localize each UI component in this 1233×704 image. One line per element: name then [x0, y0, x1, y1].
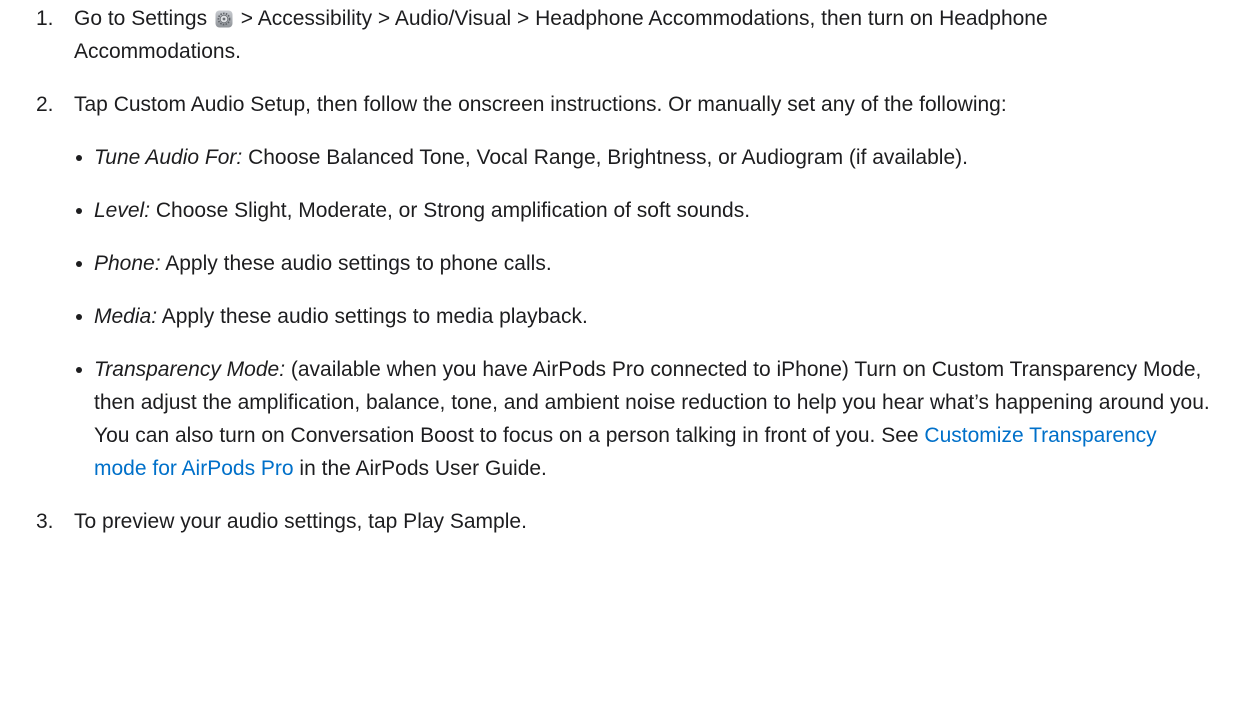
step-1: 1. Go to Settings > Accessibility > Audi… — [36, 2, 1213, 68]
option-text: Choose Slight, Moderate, or Strong ampli… — [150, 199, 751, 222]
bullet-icon — [76, 367, 82, 373]
option-media: Media: Apply these audio settings to med… — [74, 300, 1213, 333]
option-term: Media: — [94, 305, 158, 328]
step-number: 2. — [36, 93, 54, 116]
step-3: 3. To preview your audio settings, tap P… — [36, 505, 1213, 538]
option-phone: Phone: Apply these audio settings to pho… — [74, 247, 1213, 280]
steps-list: 1. Go to Settings > Accessibility > Audi… — [36, 2, 1213, 538]
option-level: Level: Choose Slight, Moderate, or Stron… — [74, 194, 1213, 227]
option-transparency-mode: Transparency Mode: (available when you h… — [74, 353, 1213, 485]
document-page: 1. Go to Settings > Accessibility > Audi… — [0, 0, 1233, 704]
bullet-icon — [76, 208, 82, 214]
step-number: 3. — [36, 510, 54, 533]
options-list: Tune Audio For: Choose Balanced Tone, Vo… — [74, 141, 1213, 485]
bullet-icon — [76, 261, 82, 267]
option-term: Level: — [94, 199, 151, 222]
bullet-icon — [76, 314, 82, 320]
option-text: Apply these audio settings to phone call… — [160, 252, 552, 275]
option-term: Transparency Mode: — [94, 358, 286, 381]
option-text: Choose Balanced Tone, Vocal Range, Brigh… — [242, 146, 968, 169]
option-text-after-link: in the AirPods User Guide. — [293, 457, 547, 480]
option-text: Apply these audio settings to media play… — [157, 305, 588, 328]
option-term: Tune Audio For: — [94, 146, 243, 169]
step-text-part1: Go to Settings — [74, 7, 208, 30]
step-text: To preview your audio settings, tap Play… — [74, 510, 527, 533]
settings-gear-icon — [215, 10, 233, 28]
step-number: 1. — [36, 7, 54, 30]
step-2: 2. Tap Custom Audio Setup, then follow t… — [36, 88, 1213, 485]
bullet-icon — [76, 155, 82, 161]
option-tune-audio-for: Tune Audio For: Choose Balanced Tone, Vo… — [74, 141, 1213, 174]
option-term: Phone: — [94, 252, 161, 275]
step-text: Tap Custom Audio Setup, then follow the … — [74, 93, 1007, 116]
